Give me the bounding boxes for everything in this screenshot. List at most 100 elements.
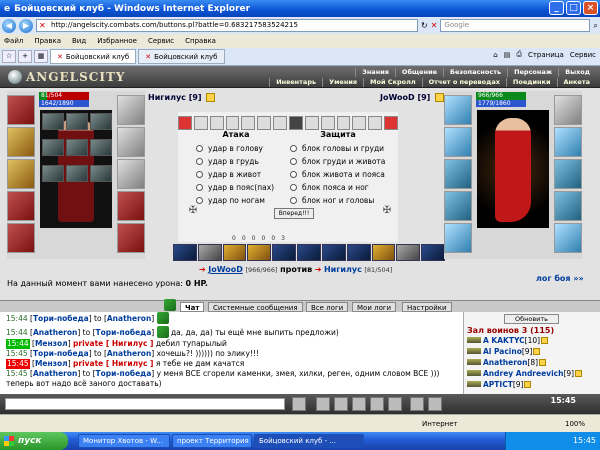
combat-tactic-icon[interactable] (368, 116, 383, 130)
spell-icon[interactable] (421, 244, 445, 261)
attack-option[interactable]: удар в живот (196, 169, 261, 180)
chat-sender[interactable]: Тори-победа (33, 349, 89, 358)
spell-icon[interactable] (272, 244, 297, 261)
attack-option[interactable]: удар по ногам (196, 195, 265, 206)
spell-icon[interactable] (396, 244, 421, 261)
attack-option[interactable]: удар в пояс(пах) (196, 182, 274, 193)
send-icon[interactable] (292, 397, 306, 411)
chat-mode-icon[interactable] (428, 397, 442, 411)
leggings-slot[interactable] (554, 191, 582, 221)
online-user[interactable]: Anatheron[8] (467, 358, 547, 368)
online-user[interactable]: Al Pacino[9] (467, 347, 541, 357)
nav-exit[interactable]: Выход (558, 68, 596, 77)
chat-sender[interactable]: Тори-победа (33, 314, 89, 323)
tab-all-logs[interactable]: Все логи (306, 302, 349, 312)
chat-recipient[interactable]: Тори-победа (96, 369, 152, 378)
helmet-slot[interactable] (7, 95, 35, 125)
menu-file[interactable]: Файл (4, 37, 23, 45)
combat-tactic-icon[interactable] (352, 116, 367, 130)
weapon-slot[interactable] (444, 159, 472, 189)
player-a-name[interactable]: JoWooD (208, 265, 243, 274)
spell-slot[interactable] (42, 139, 64, 156)
attack-option[interactable]: удар в голову (196, 143, 263, 154)
spell-slot[interactable] (90, 165, 112, 182)
leggings-slot[interactable] (117, 191, 145, 221)
print-icon[interactable]: ⎙ (516, 50, 522, 59)
chat-sender[interactable]: Мензол (35, 359, 68, 368)
lock-icon[interactable] (289, 116, 303, 130)
chat-private-tag[interactable]: private [ Нигилус ] (73, 359, 153, 368)
add-favorite-icon[interactable]: + (18, 50, 32, 63)
spell-icon[interactable] (297, 244, 321, 261)
radio-icon[interactable] (290, 145, 297, 152)
user-name[interactable]: Andrey Andreevich (483, 369, 563, 378)
combat-tactic-icon[interactable] (241, 116, 256, 130)
radio-icon[interactable] (196, 184, 203, 191)
radio-icon[interactable] (290, 171, 297, 178)
tab-fight-club-2[interactable]: ✕ Бойцовский клуб (138, 49, 225, 64)
combat-tactic-icon[interactable] (178, 116, 192, 130)
spell-icon[interactable] (346, 244, 371, 261)
user-name[interactable]: Anatheron (483, 358, 527, 367)
nav-inventory[interactable]: Инвентарь (269, 78, 322, 87)
feeds-icon[interactable]: ▤ (504, 51, 511, 59)
combat-tactic-icon[interactable] (193, 116, 208, 130)
info-icon[interactable] (435, 93, 445, 102)
home-icon[interactable]: ⌂ (493, 51, 497, 59)
radio-icon[interactable] (196, 171, 203, 178)
nav-security[interactable]: Безопасность (443, 68, 507, 77)
defense-option[interactable]: блок груди и живота (290, 156, 385, 167)
chat-recipient[interactable]: Anatheron (107, 349, 151, 358)
chat-private-tag[interactable]: private [ Нигилус ] (73, 339, 153, 348)
nav-transfers-report[interactable]: Отчет о переводах (421, 78, 506, 87)
earring-slot[interactable] (117, 95, 145, 125)
radio-icon[interactable] (290, 197, 297, 204)
spell-slot[interactable] (66, 165, 88, 182)
tab-list-icon[interactable]: ▦ (34, 50, 48, 63)
chat-sender[interactable]: Anatheron (33, 328, 77, 337)
taskbar-item[interactable]: Монитор Хвотов - W... (78, 434, 170, 448)
gloves-slot[interactable] (554, 127, 582, 157)
maximize-button[interactable]: □ (566, 1, 581, 15)
shield-slot[interactable] (554, 159, 582, 189)
spell-slot[interactable] (66, 113, 88, 130)
nav-my-scroll[interactable]: Мой Скролл (363, 78, 422, 87)
user-name[interactable]: APTICT (483, 380, 513, 389)
translit-icon[interactable] (352, 397, 366, 411)
minimize-button[interactable]: _ (549, 1, 564, 15)
nav-profile[interactable]: Анкета (556, 78, 597, 87)
menu-tools[interactable]: Сервис (148, 37, 174, 45)
online-user[interactable]: Andrey Andreevich[9] (467, 369, 583, 379)
weapon-slot[interactable] (7, 159, 35, 189)
spell-slot[interactable] (90, 139, 112, 156)
cancel-cross-icon[interactable]: ✠ (188, 206, 198, 216)
player-left-name[interactable]: Нигилус [9] (148, 93, 216, 102)
clear-icon[interactable] (316, 397, 330, 411)
combat-tactic-icon[interactable] (209, 116, 224, 130)
tab-my-logs[interactable]: Мои логи (352, 302, 397, 312)
info-icon[interactable] (575, 370, 583, 377)
spell-icon[interactable] (197, 244, 222, 261)
refresh-button[interactable]: Обновить (504, 314, 559, 324)
tools-menu[interactable]: Сервис (570, 51, 596, 59)
chat-sender[interactable]: Мензол (35, 339, 68, 348)
tab-settings[interactable]: Настройки (402, 302, 452, 312)
start-button[interactable]: пуск (0, 432, 68, 450)
spell-slot[interactable] (42, 113, 64, 130)
menu-favorites[interactable]: Избранное (97, 37, 137, 45)
refresh-icon[interactable]: ↻ (421, 21, 428, 30)
spell-icon[interactable] (247, 244, 272, 261)
spell-icon[interactable] (371, 244, 396, 261)
player-b-name[interactable]: Нигилус (324, 265, 362, 274)
spell-icon[interactable] (321, 244, 346, 261)
combat-tactic-icon[interactable] (273, 116, 288, 130)
spell-icon[interactable] (222, 244, 247, 261)
zoom-level[interactable]: 100% (565, 420, 585, 428)
player-right-name[interactable]: JoWooD [9] (380, 93, 445, 102)
gloves-slot[interactable] (117, 127, 145, 157)
sound-icon[interactable] (388, 397, 402, 411)
info-icon[interactable] (539, 359, 547, 366)
radio-icon[interactable] (290, 184, 297, 191)
search-input[interactable]: Google (440, 19, 591, 32)
defense-option[interactable]: блок пояса и ног (290, 182, 369, 193)
